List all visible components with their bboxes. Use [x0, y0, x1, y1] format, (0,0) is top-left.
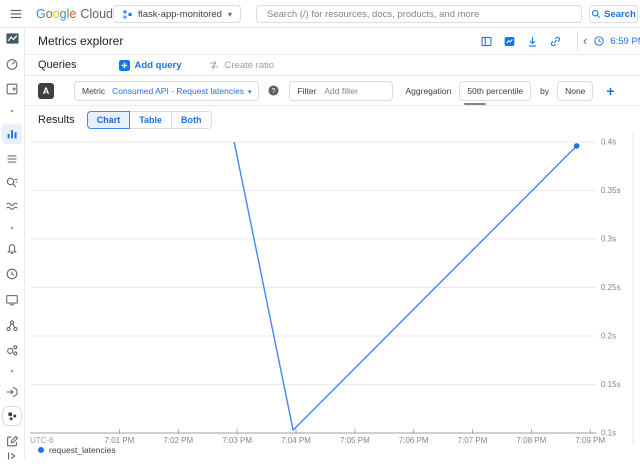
alerting-bell-icon[interactable]: [2, 238, 22, 258]
search-icon: [591, 9, 601, 19]
aggregation-field: 50th percentile: [459, 81, 531, 101]
results-toolbar: Results ChartTableBoth: [25, 106, 640, 133]
metric-field: Metric Consumed API - Request latencies: [74, 81, 259, 101]
queries-title: Queries: [38, 59, 77, 71]
y-tick-label: 0.15s: [601, 380, 621, 389]
x-tick-label: 7:04 PM: [281, 436, 311, 445]
x-tick-label: 7:03 PM: [222, 436, 252, 445]
filter-placeholder: Add filter: [324, 86, 358, 96]
time-range-value: 6:59 PM - 7:09 PM: [610, 36, 640, 47]
x-tick-label: 7:07 PM: [458, 436, 488, 445]
metric-dropdown[interactable]: Consumed API - Request latencies: [112, 86, 251, 96]
copy-link-icon[interactable]: [547, 33, 563, 49]
project-name: flask-app-monitored: [138, 9, 222, 20]
series-end-marker: [574, 143, 580, 149]
latency-chart[interactable]: 0.4s0.35s0.3s0.25s0.2s0.15s0.1s7:01 PM7:…: [25, 133, 640, 447]
signin-arrow-icon[interactable]: [2, 382, 22, 402]
groups-nodes-icon[interactable]: [2, 316, 22, 336]
aggregation-underline: [464, 103, 486, 105]
metric-label: Metric: [82, 86, 105, 96]
x-tick-label: 7:06 PM: [399, 436, 429, 445]
help-icon[interactable]: ?: [268, 85, 279, 96]
add-query-button[interactable]: Add query: [119, 60, 182, 71]
filter-field[interactable]: Filter Add filter: [289, 81, 393, 101]
log-search-icon[interactable]: [2, 173, 22, 193]
traces-wave-icon[interactable]: [2, 196, 22, 216]
global-search-input[interactable]: [256, 5, 582, 23]
project-icon: [122, 9, 133, 20]
clock-icon: [593, 35, 605, 47]
chart-legend: request_latencies: [25, 442, 116, 457]
y-tick-label: 0.35s: [601, 186, 621, 195]
aggregation-dropdown[interactable]: 50th percentile: [467, 86, 523, 96]
aggregation-label: Aggregation: [405, 86, 451, 96]
uptime-history-icon[interactable]: [2, 264, 22, 284]
connectors-icon[interactable]: [2, 340, 22, 360]
chevron-down-icon: [222, 9, 232, 20]
filter-label: Filter: [297, 86, 316, 96]
add-icon: [119, 60, 130, 71]
chevron-down-icon: [244, 86, 252, 96]
queries-toolbar: Queries Add query Create ratio: [25, 55, 640, 76]
add-to-dashboard-icon[interactable]: [478, 33, 494, 49]
x-tick-label: 7:08 PM: [516, 436, 546, 445]
overview-speedometer-icon[interactable]: [2, 54, 22, 74]
y-tick-label: 0.4s: [601, 138, 616, 147]
add-aggregation-button[interactable]: +: [606, 84, 614, 98]
left-rail: [0, 28, 25, 459]
series-line-request_latencies: [234, 142, 577, 430]
svg-text:?: ?: [272, 88, 276, 95]
back-chevron-icon[interactable]: ‹: [583, 33, 587, 48]
search-button-label: Search: [604, 9, 636, 20]
create-ratio-button[interactable]: Create ratio: [208, 59, 275, 71]
metrics-explorer-icon[interactable]: [2, 124, 22, 144]
y-tick-label: 0.2s: [601, 332, 616, 341]
x-tick-label: 7:02 PM: [163, 436, 193, 445]
results-title: Results: [38, 114, 75, 126]
monitor-screen-icon[interactable]: [2, 290, 22, 310]
time-range-picker[interactable]: ‹ 6:59 PM - 7:09 PM: [577, 31, 640, 51]
monitoring-logo-icon[interactable]: [2, 28, 22, 48]
x-tick-label: 7:09 PM: [575, 436, 605, 445]
separator-dot: [2, 107, 22, 115]
download-icon[interactable]: [524, 33, 540, 49]
y-tick-label: 0.25s: [601, 283, 621, 292]
tab-chart[interactable]: Chart: [87, 111, 131, 129]
y-tick-label: 0.3s: [601, 235, 616, 244]
legend-item-request_latencies[interactable]: request_latencies: [49, 445, 116, 455]
services-cluster-icon[interactable]: [2, 406, 22, 426]
expand-nav-icon[interactable]: [2, 446, 22, 466]
hamburger-menu-icon[interactable]: [9, 7, 23, 21]
chart-view-icon[interactable]: [501, 33, 517, 49]
tab-table[interactable]: Table: [129, 111, 172, 129]
page-title: Metrics explorer: [38, 34, 123, 48]
google-cloud-logo: Google Cloud: [36, 7, 113, 21]
results-view-toggle: ChartTableBoth: [87, 111, 212, 129]
create-ratio-label: Create ratio: [225, 60, 275, 71]
top-app-bar: Google Cloud flask-app-monitored Search: [0, 0, 640, 28]
separator-dot: [2, 224, 22, 232]
query-builder: A Metric Consumed API - Request latencie…: [25, 76, 640, 106]
search-button[interactable]: Search: [589, 5, 638, 23]
page-header: Metrics explorer ‹ 6:59 PM - 7:09 PM: [25, 28, 640, 55]
cloud-wordmark: Cloud: [80, 7, 113, 21]
create-ratio-icon: [208, 59, 220, 71]
project-selector[interactable]: flask-app-monitored: [113, 5, 241, 23]
separator-dot: [2, 367, 22, 375]
add-query-label: Add query: [135, 60, 182, 71]
legend-dot-icon: [38, 447, 44, 453]
group-by-dropdown[interactable]: None: [565, 86, 585, 96]
chart-svg[interactable]: 0.4s0.35s0.3s0.25s0.2s0.15s0.1s7:01 PM7:…: [25, 133, 640, 447]
tab-both[interactable]: Both: [171, 111, 212, 129]
dashboards-widgets-icon[interactable]: [2, 79, 22, 99]
google-logo-wordmark: Google: [36, 7, 76, 21]
by-label: by: [540, 86, 549, 96]
query-letter-chip[interactable]: A: [38, 83, 54, 99]
x-tick-label: 7:05 PM: [340, 436, 370, 445]
integrations-list-icon[interactable]: [2, 149, 22, 169]
group-by-field: None: [557, 81, 593, 101]
